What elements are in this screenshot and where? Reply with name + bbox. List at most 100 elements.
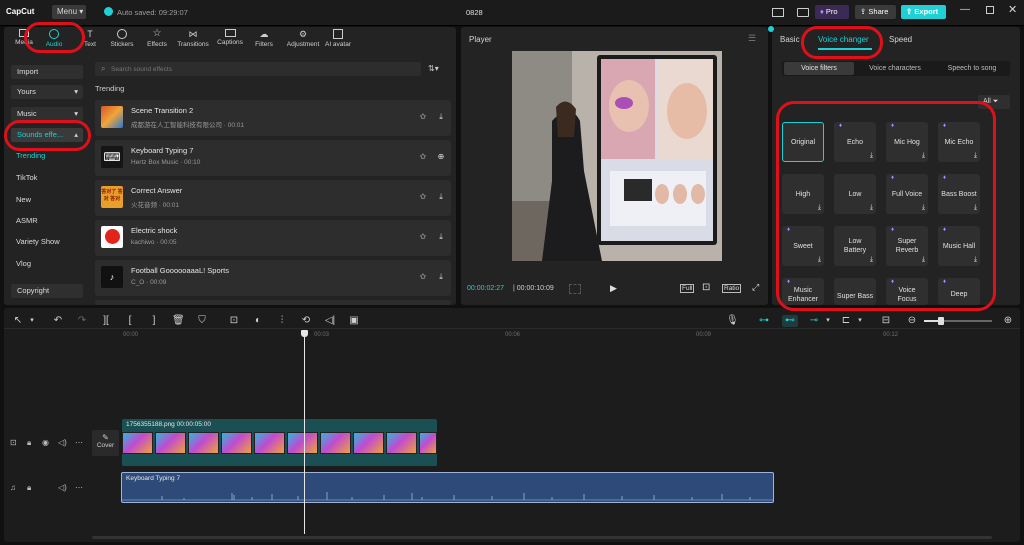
sound-title: Electric shock	[131, 226, 178, 235]
audio-clip[interactable]: Keyboard Typing 7	[121, 472, 774, 503]
playhead-handle[interactable]	[301, 330, 308, 337]
undo-icon[interactable]: ↶	[52, 315, 64, 327]
tab-transitions[interactable]: ⋈ Transitions	[175, 29, 211, 48]
sidebar-item-variety-show[interactable]: Variety Show	[16, 237, 60, 246]
grid-icon[interactable]	[569, 284, 581, 294]
split-icon[interactable]: ][	[100, 315, 112, 327]
zoom-to-fit-icon[interactable]: ⊟	[880, 315, 892, 327]
sidebar-item-vlog[interactable]: Vlog	[16, 259, 31, 268]
preview-axis-icon[interactable]: ⊏	[840, 315, 852, 327]
subtab-voice-characters[interactable]: Voice characters	[856, 62, 934, 75]
video-preview[interactable]	[512, 51, 722, 261]
sidebar-item-import[interactable]: Import	[11, 65, 83, 79]
zoom-out-icon[interactable]: ⊖	[906, 315, 918, 327]
split-left-icon[interactable]: [	[124, 315, 136, 327]
sidebar-item-music[interactable]: Music ▾	[11, 107, 83, 121]
split-right-icon[interactable]: ]	[148, 315, 160, 327]
chevron-down-icon[interactable]: ▾	[822, 315, 834, 327]
favorite-icon[interactable]: ✩	[417, 111, 429, 123]
video-clip[interactable]: 1756355188.png 00:00:05:00	[122, 419, 437, 466]
delete-icon[interactable]: 🗑	[172, 315, 185, 327]
zoom-in-icon[interactable]: ⊕	[1002, 315, 1014, 327]
subtab-speech-to-song[interactable]: Speech to song	[934, 62, 1010, 75]
more-icon[interactable]: ⋯	[75, 483, 83, 492]
tab-effects[interactable]: ☆ Effects	[139, 29, 175, 49]
timeline-ruler[interactable]: 00:00 00:03 00:06 00:09 00:12	[121, 328, 1020, 342]
lock-icon[interactable]: 🔒︎	[27, 483, 31, 493]
sidebar-item-asmr[interactable]: ASMR	[16, 216, 38, 225]
audio-split-icon[interactable]: ◁|	[324, 315, 336, 327]
list-item[interactable]: ⌨ Keyboard Typing 7 Hertz Box Music · 00…	[95, 140, 451, 176]
fullscreen-icon[interactable]: ⤢	[752, 282, 759, 293]
tab-stickers[interactable]: Stickers	[104, 29, 140, 48]
search-bar[interactable]: ⌕	[95, 62, 421, 76]
tab-captions[interactable]: Captions	[212, 29, 248, 46]
list-item[interactable]	[95, 300, 451, 305]
lock-icon[interactable]: 🔒︎	[27, 438, 31, 448]
list-item[interactable]: Electric shock kachiwo · 00:05 ✩ ⤓	[95, 220, 451, 256]
crop-icon[interactable]: ⊡	[228, 315, 240, 327]
tab-ai-avatar[interactable]: AI avatar	[318, 29, 358, 48]
auto-snap-icon[interactable]: ⊷	[782, 315, 798, 327]
audio-mute-icon[interactable]: ◁)	[58, 438, 67, 447]
project-name[interactable]: 0828	[466, 8, 483, 17]
chevron-down-icon[interactable]: ▾	[26, 315, 38, 327]
zoom-slider-handle[interactable]	[938, 317, 944, 325]
favorite-icon[interactable]: ✩	[417, 231, 429, 243]
sidebar-item-tiktok[interactable]: TikTok	[16, 173, 37, 182]
download-icon[interactable]: ⤓	[435, 191, 447, 203]
chevron-down-icon[interactable]: ▾	[854, 315, 866, 327]
share-button[interactable]: ⇪ Share	[855, 5, 896, 19]
play-button[interactable]: ▶	[610, 283, 617, 294]
ratio-button[interactable]: Ratio	[722, 284, 742, 293]
subtab-voice-filters[interactable]: Voice filters	[784, 62, 854, 75]
main-track-magnet-icon[interactable]: ⊶	[756, 315, 772, 327]
fit-icon[interactable]: ⊡	[702, 282, 710, 293]
sidebar-item-yours[interactable]: Yours ▾	[11, 85, 83, 99]
chevron-down-icon: ▾	[74, 87, 78, 96]
mark-icon[interactable]: ⛉	[196, 315, 208, 327]
list-item[interactable]: Scene Transition 2 成都游在人工智能科技有限公司 · 00:0…	[95, 100, 451, 136]
favorite-icon[interactable]: ✩	[417, 271, 429, 283]
download-icon[interactable]: ⤓	[435, 231, 447, 243]
adjust-icon[interactable]: ⫶	[276, 315, 288, 327]
mask-icon[interactable]: ◐	[252, 315, 264, 327]
sidebar-item-new[interactable]: New	[16, 195, 31, 204]
list-item[interactable]: ♪ Football GoooooaaaL! Sports C_O · 00:0…	[95, 260, 451, 296]
playhead[interactable]	[304, 330, 305, 534]
pro-button[interactable]: ♦ Pro	[815, 5, 849, 19]
layout-icon[interactable]	[772, 8, 784, 17]
shortcut-icon[interactable]	[797, 8, 809, 17]
microphone-icon[interactable]: 🎙	[726, 315, 739, 327]
tab-speed[interactable]: Speed	[889, 35, 912, 44]
more-icon[interactable]: ⋯	[75, 438, 83, 447]
tab-basic[interactable]: Basic	[780, 35, 800, 44]
full-quality-button[interactable]: Full	[680, 284, 695, 293]
tab-filters[interactable]: ☁ Filters	[246, 29, 282, 48]
visibility-icon[interactable]: ◉	[42, 438, 49, 447]
export-button[interactable]: ⇧ Export	[901, 5, 946, 19]
download-icon[interactable]: ⤓	[435, 111, 447, 123]
ai-edit-icon[interactable]: ▣	[348, 315, 360, 327]
cover-button[interactable]: ✎ Cover	[92, 430, 119, 456]
sort-filter-icon[interactable]: ⇅▾	[428, 64, 439, 73]
search-input[interactable]	[111, 63, 411, 75]
redo-icon[interactable]: ↷	[76, 315, 88, 327]
audio-mute-icon[interactable]: ◁)	[58, 483, 67, 492]
menu-button[interactable]: Menu ▾	[52, 5, 86, 19]
favorite-icon[interactable]: ✩	[417, 151, 429, 163]
favorite-icon[interactable]: ✩	[417, 191, 429, 203]
maximize-icon[interactable]	[986, 6, 994, 14]
add-icon[interactable]: ⊕	[435, 151, 447, 163]
horizontal-scrollbar[interactable]	[92, 536, 992, 539]
list-item[interactable]: 答对了 答对 答对 Correct Answer 火花音频 · 00:01 ✩ …	[95, 180, 451, 216]
download-icon[interactable]: ⤓	[435, 271, 447, 283]
close-icon[interactable]: ✕	[1008, 3, 1017, 16]
select-cursor-icon[interactable]: ↖	[12, 315, 24, 327]
sidebar-item-trending[interactable]: Trending	[16, 151, 45, 160]
auto-reframe-icon[interactable]: ⟲	[300, 315, 312, 327]
sidebar-item-copyright[interactable]: Copyright	[11, 284, 83, 298]
menu-icon[interactable]: ☰	[748, 33, 756, 44]
linkage-icon[interactable]: ⊸	[806, 315, 822, 327]
minimize-icon[interactable]: —	[960, 4, 970, 15]
